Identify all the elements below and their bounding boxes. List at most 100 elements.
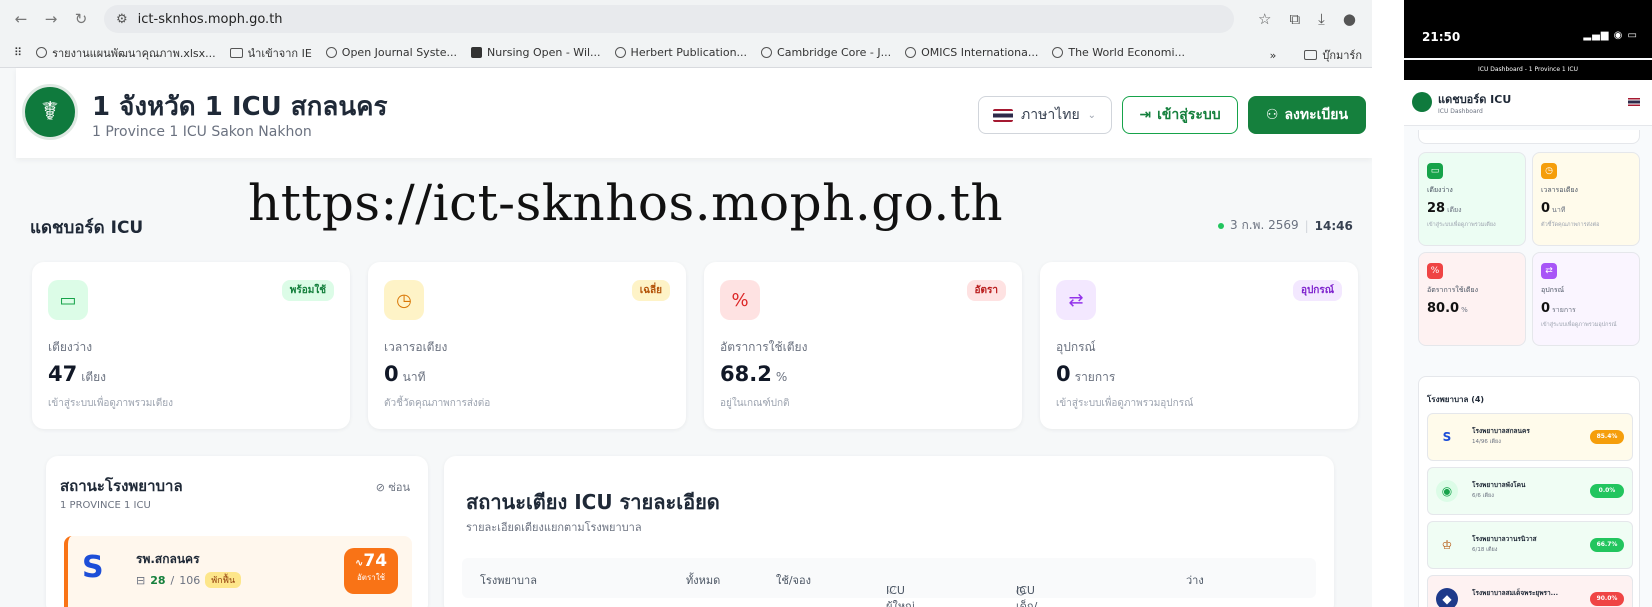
phone-stat-value: 0 รายการ [1541, 301, 1576, 316]
more-bookmarks-button[interactable]: » [1270, 49, 1277, 62]
phone-stat-label: อัตราการใช้เตียง [1427, 286, 1478, 294]
phone-hospital-list: โรงพยาบาล (4) S โรงพยาบาลสกลนคร 14/96 เต… [1418, 376, 1640, 607]
add-user-icon: ⚇ [1265, 107, 1279, 123]
phone-stat-card[interactable]: ⇄ อุปกรณ์ 0 รายการ เข้าสู่ระบบเพื่อดูภาพร… [1532, 252, 1640, 346]
all-bookmarks-folder[interactable]: บุ๊กมาร์ก [1304, 46, 1362, 64]
bookmark-item[interactable]: Open Journal Syste... [325, 46, 457, 59]
dashboard-datetime: 3 ก.พ. 2569 | 14:46 [1218, 216, 1353, 235]
column-header[interactable]: ทั้งหมด [686, 571, 720, 589]
beds-total: 106 [179, 573, 201, 587]
nursing-open-icon [471, 47, 482, 58]
back-icon[interactable]: ← [12, 10, 30, 28]
hospital-row[interactable]: ◆ โรงพยาบาลสมเด็จพระยุพรา... 90.0% [1427, 575, 1633, 607]
stat-note: เข้าสู่ระบบเพื่อดูภาพรวมเตียง [48, 398, 173, 409]
column-header[interactable]: โรงพยาบาล [480, 571, 537, 589]
hospital-card[interactable]: S รพ.สกลนคร ⊟ 28 / 106 พักฟื้น ∿74 อัตรา… [64, 536, 412, 607]
column-header[interactable]: ใช้/จอง [776, 571, 811, 589]
profile-icon[interactable]: ● [1343, 10, 1356, 28]
hospital-row-name: โรงพยาบาลพังโคน [1472, 481, 1526, 489]
hospital-row-beds: 6/18 เตียง [1472, 547, 1498, 553]
phone-stat-number: 0 [1541, 301, 1551, 316]
stat-card-available-beds[interactable]: ▭ พร้อมใช้ เตียงว่าง 47 เตียง เข้าสู่ระบบ… [32, 262, 350, 429]
stat-label: อุปกรณ์ [1056, 340, 1096, 354]
bookmark-item[interactable]: รายงานแผนพัฒนาคุณภาพ.xlsx... [36, 44, 216, 62]
forward-icon[interactable]: → [42, 10, 60, 28]
stat-value: 0 นาที [384, 362, 425, 387]
hospital-panel-subtitle: 1 PROVINCE 1 ICU [60, 500, 151, 511]
clock-icon: ◷ [1541, 163, 1557, 179]
thai-flag-icon[interactable] [1628, 98, 1640, 106]
globe-icon [905, 47, 917, 58]
bookmark-item[interactable]: OMICS Internationa... [905, 46, 1038, 59]
url-field[interactable]: ⚙ ict-sknhos.moph.go.th [104, 5, 1234, 33]
phone-stat-number: 80.0 [1427, 301, 1460, 316]
stat-badge: เฉลี่ย [631, 280, 670, 301]
hospital-row[interactable]: ♔ โรงพยาบาลวานรนิวาส 6/18 เตียง 66.7% [1427, 521, 1633, 569]
phone-stat-card[interactable]: % อัตราการใช้เตียง 80.0% [1418, 252, 1526, 346]
stat-badge: อุปกรณ์ [1292, 280, 1342, 301]
bookmarks-bar: ⠿ รายงานแผนพัฒนาคุณภาพ.xlsx... นำเข้าจาก… [0, 38, 1372, 68]
reload-icon[interactable]: ↻ [72, 10, 90, 28]
hospital-row-beds: 6/6 เตียง [1472, 493, 1494, 499]
hospital-logo-icon: S [82, 550, 104, 585]
download-icon[interactable]: ⤓ [1318, 10, 1325, 28]
language-label: ภาษาไทย [1021, 107, 1080, 123]
phone-stat-unit: % [1461, 306, 1468, 314]
globe-icon [761, 47, 773, 58]
stat-card-occupancy-rate[interactable]: % อัตรา อัตราการใช้เตียง 68.2% อยู่ในเกณ… [704, 262, 1022, 429]
clock-icon: ◷ [384, 280, 424, 320]
column-header-label: ICU ผู้ใหญ่ [886, 584, 915, 607]
phone-subtitle: ICU Dashboard [1438, 108, 1483, 115]
phone-stat-value: 80.0% [1427, 301, 1468, 316]
hospital-row-pct: 0.0% [1590, 484, 1624, 498]
hospital-row-name: โรงพยาบาลสกลนคร [1472, 427, 1530, 435]
signal-wifi-battery-icon: ▂▄▆ ◉ ▭ [1583, 30, 1638, 41]
column-header[interactable]: ว่าง [1186, 571, 1204, 589]
dashboard-date: 3 ก.พ. 2569 [1230, 218, 1299, 232]
bookmark-item[interactable]: Cambridge Core - J... [761, 46, 891, 59]
live-status-dot [1218, 222, 1224, 229]
bookmark-star-icon[interactable]: ☆ [1258, 10, 1271, 28]
moph-logo-icon[interactable] [1412, 92, 1432, 112]
site-settings-icon[interactable]: ⚙ [116, 12, 128, 27]
bookmark-item[interactable]: Herbert Publication... [614, 46, 747, 59]
phone-tab-title: ICU Dashboard - 1 Province 1 ICU [1404, 60, 1652, 80]
hide-button[interactable]: ⊘ ซ่อน [376, 478, 410, 496]
stat-card-equipment[interactable]: ⇄ อุปกรณ์ อุปกรณ์ 0 รายการ เข้าสู่ระบบเพื… [1040, 262, 1358, 429]
hospital-row-beds: 14/96 เตียง [1472, 439, 1501, 445]
mobile-screenshot: 21:50 ▂▄▆ ◉ ▭ ICU Dashboard - 1 Province… [1404, 0, 1652, 607]
equipment-icon: ⇄ [1541, 263, 1557, 279]
extensions-icon[interactable]: ⧉ [1289, 10, 1300, 28]
phone-stat-unit: รายการ [1552, 306, 1576, 314]
stat-card-wait-time[interactable]: ◷ เฉลี่ย เวลารอเตียง 0 นาที ตัวชี้วัดคุณภ… [368, 262, 686, 429]
equipment-icon: ⇄ [1056, 280, 1096, 320]
stat-note: เข้าสู่ระบบเพื่อดูภาพรวมอุปกรณ์ [1056, 398, 1194, 409]
language-select[interactable]: ภาษาไทย ⌄ [978, 96, 1112, 134]
hospital-row[interactable]: S โรงพยาบาลสกลนคร 14/96 เตียง 85.4% [1427, 413, 1633, 461]
phone-stat-card[interactable]: ◷ เวลารอเตียง 0 นาที ตัวชี้วัดคุณภาพการส่… [1532, 152, 1640, 246]
overlay-url-caption: https://ict-sknhos.moph.go.th [248, 174, 1004, 232]
hospital-logo-icon: S [1442, 430, 1452, 444]
bookmark-item[interactable]: นำเข้าจาก IE [229, 44, 312, 62]
detail-panel-title: สถานะเตียง ICU รายละเอียด [466, 490, 720, 514]
bed-icon: ▭ [1427, 163, 1443, 179]
stat-note: ตัวชี้วัดคุณภาพการส่งต่อ [384, 398, 491, 409]
register-button[interactable]: ⚇ ลงทะเบียน [1248, 96, 1366, 134]
hospital-row[interactable]: ◉ โรงพยาบาลพังโคน 6/6 เตียง 0.0% [1427, 467, 1633, 515]
hospital-row-pct: 66.7% [1590, 538, 1624, 552]
bookmark-item[interactable]: Nursing Open - Wil... [471, 46, 601, 59]
hospital-beds: ⊟ 28 / 106 พักฟื้น [136, 572, 242, 588]
eye-off-icon: ⊘ [375, 481, 385, 494]
hospital-logo-icon: ◉ [1436, 480, 1458, 502]
apps-icon[interactable]: ⠿ [14, 46, 22, 59]
hospital-tag: พักฟื้น [205, 572, 242, 588]
phone-stat-card[interactable]: ▭ เตียงว่าง 28 เตียง เข้าสู่ระบบเพื่อดูภา… [1418, 152, 1526, 246]
bookmark-item[interactable]: The World Economi... [1052, 46, 1185, 59]
register-label: ลงทะเบียน [1284, 107, 1349, 123]
globe-icon [614, 47, 626, 58]
column-header-label: ICU เด็ก/ทารก [1016, 584, 1038, 607]
stat-note: อยู่ในเกณฑ์ปกติ [720, 398, 790, 409]
login-button[interactable]: ⇥ เข้าสู่ระบบ [1122, 96, 1238, 134]
moph-logo-icon[interactable]: ☤ [22, 84, 78, 140]
phone-stat-label: เวลารอเตียง [1541, 186, 1578, 194]
